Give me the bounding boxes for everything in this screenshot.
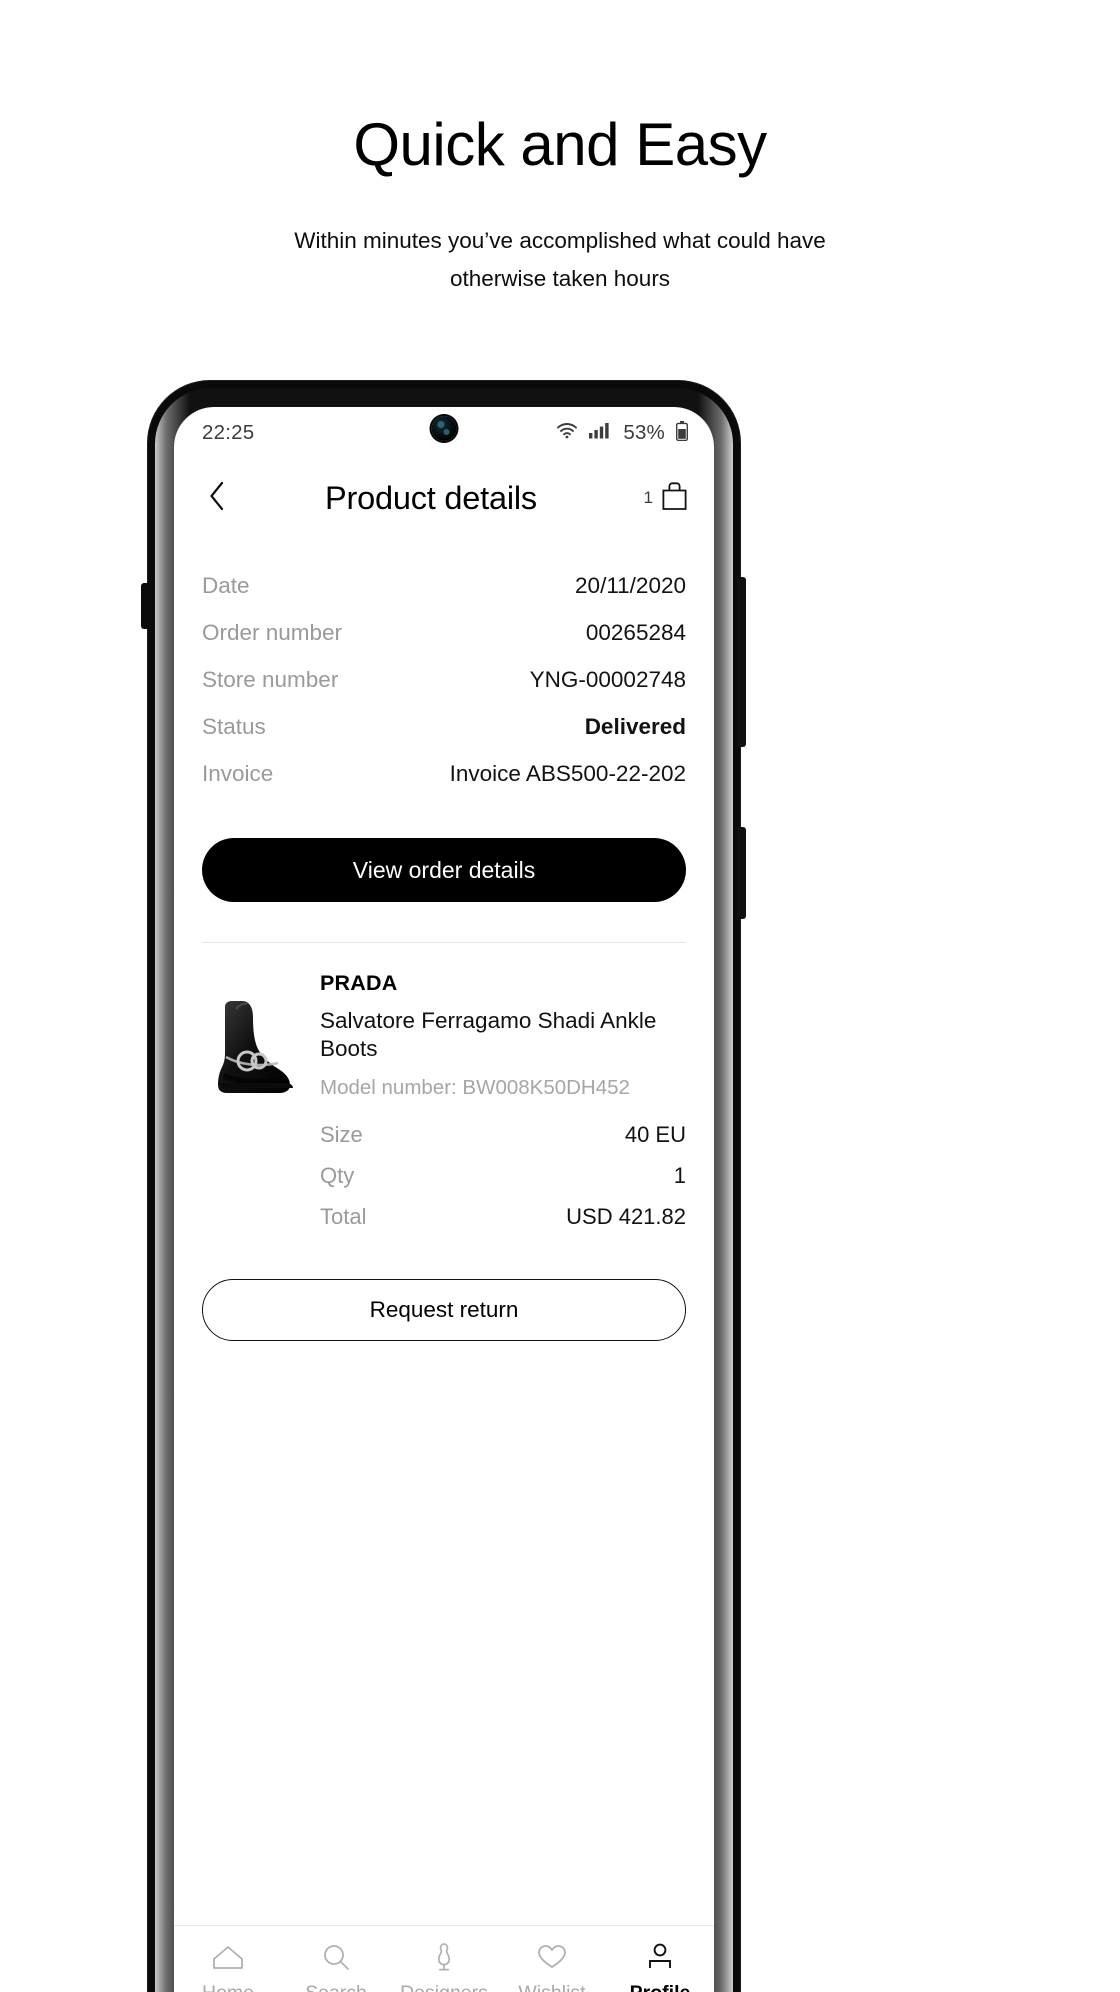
product-brand: PRADA [320, 971, 398, 995]
row-label: Status [202, 714, 266, 739]
battery-percent-label: 53% [623, 421, 665, 444]
front-camera-icon [431, 416, 457, 441]
home-icon [211, 1942, 245, 1972]
phone-power-button[interactable] [737, 827, 746, 919]
status-bar: 22:25 53% [174, 407, 714, 459]
black-ankle-boot-photo-icon [218, 1001, 293, 1093]
tab-search[interactable]: Search [282, 1942, 390, 1992]
spec-value: USD 421.82 [566, 1204, 686, 1230]
row-label: Invoice [202, 761, 274, 786]
row-value: Invoice ABS500-22-202 [449, 761, 686, 786]
tab-wishlist[interactable]: Wishlist [498, 1942, 606, 1992]
bottom-tab-bar: Home Search [174, 1925, 714, 1992]
row-label: Store number [202, 667, 339, 692]
chevron-left-icon [208, 481, 225, 516]
cart-count-badge: 1 [643, 488, 653, 507]
order-info-list: Date 20/11/2020 Order number 00265284 St… [202, 573, 686, 808]
order-info-row: Invoice Invoice ABS500-22-202 [202, 761, 686, 808]
spec-label: Qty [320, 1163, 355, 1189]
product-model-number: Model number: BW008K50DH452 [320, 1076, 630, 1100]
row-value: YNG-00002748 [529, 667, 686, 692]
tab-label: Profile [630, 1982, 691, 1992]
spec-label: Size [320, 1122, 363, 1148]
spec-label: Total [320, 1204, 367, 1230]
order-info-row: Store number YNG-00002748 [202, 667, 686, 714]
tab-profile[interactable]: Profile [606, 1942, 714, 1992]
status-bar-time: 22:25 [202, 421, 255, 444]
phone-screen: 22:25 53% Product details 1 Date 20/11/2… [174, 407, 714, 1992]
product-card[interactable]: PRADA Salvatore Ferragamo Shadi Ankle Bo… [202, 971, 686, 1245]
product-spec-row: Total USD 421.82 [320, 1204, 686, 1245]
mannequin-icon [427, 1942, 461, 1972]
battery-icon [675, 420, 689, 446]
cart-button[interactable]: 1 [626, 481, 688, 516]
app-bar: Product details 1 [174, 459, 714, 537]
view-order-details-button[interactable]: View order details [202, 838, 686, 902]
heart-icon [535, 1942, 569, 1972]
phone-volume-button[interactable] [737, 577, 746, 747]
tab-designers[interactable]: Designers [390, 1942, 498, 1992]
tab-label: Designers [400, 1982, 488, 1992]
shopping-bag-icon [661, 481, 688, 516]
order-detail-content: Date 20/11/2020 Order number 00265284 St… [174, 573, 714, 1342]
section-divider [202, 942, 686, 943]
row-value: 20/11/2020 [575, 573, 686, 598]
status-bar-indicators: 53% [556, 420, 689, 446]
screen-title: Product details [325, 479, 537, 516]
product-spec-list: Size 40 EU Qty 1 Total USD 421.82 [320, 1122, 686, 1245]
spec-value: 40 EU [624, 1122, 686, 1148]
person-icon [643, 1942, 677, 1972]
row-value: 00265284 [585, 620, 686, 645]
tab-label: Wishlist [518, 1982, 585, 1992]
request-return-button[interactable]: Request return [202, 1279, 686, 1342]
product-thumbnail[interactable] [202, 985, 306, 1103]
product-spec-row: Qty 1 [320, 1163, 686, 1204]
tab-home[interactable]: Home [174, 1942, 282, 1992]
product-info: PRADA Salvatore Ferragamo Shadi Ankle Bo… [306, 971, 686, 1245]
product-name: Salvatore Ferragamo Shadi Ankle Boots [320, 1008, 657, 1062]
order-info-row: Order number 00265284 [202, 620, 686, 667]
cellular-signal-icon [589, 422, 612, 444]
tab-label: Home [202, 1982, 254, 1992]
phone-left-button[interactable] [141, 583, 151, 629]
order-info-row: Date 20/11/2020 [202, 573, 686, 620]
row-label: Date [202, 573, 250, 598]
order-info-row: Status Delivered [202, 714, 686, 761]
tab-label: Search [305, 1982, 367, 1992]
spec-value: 1 [673, 1163, 686, 1189]
promo-section: Quick and Easy Within minutes you’ve acc… [0, 0, 1120, 298]
status-badge: Delivered [584, 714, 686, 739]
product-spec-row: Size 40 EU [320, 1122, 686, 1163]
page-subtitle: Within minutes you’ve accomplished what … [294, 228, 826, 291]
promo-screenshot-page: Quick and Easy Within minutes you’ve acc… [0, 0, 1120, 1992]
phone-mockup: 22:25 53% Product details 1 Date 20/11/2… [141, 381, 746, 1992]
row-label: Order number [202, 620, 343, 645]
page-title: Quick and Easy [353, 111, 767, 178]
back-button[interactable] [196, 478, 236, 518]
search-icon [319, 1942, 353, 1972]
wifi-icon [556, 422, 578, 444]
